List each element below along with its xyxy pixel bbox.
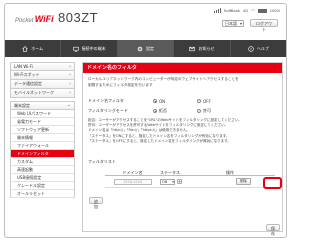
filter-mode-row: フィルタリングモード 拒否 許可	[88, 108, 211, 114]
sidebar: LAN Wi-Fi Wi-Fiスポット データ通信設定 モバイルネットワーク 端…	[10, 62, 75, 198]
table-row: 1234.1234 ON + 削除	[105, 176, 275, 188]
brand-wifi: WiFi	[34, 14, 54, 24]
mode-deny-label: 拒否	[159, 108, 167, 113]
col-action: 操作	[226, 170, 234, 175]
domain-filter-panel: ドメイン名のフィルタ ローカルエリアネットワーク内のコンピューターが特定のウェブ…	[82, 62, 283, 232]
sidebar-item-device-settings[interactable]: 端末設定	[10, 101, 75, 110]
main-nav: ホーム 接続中の端末 設定 お知らせ ? ヘルプ	[5, 40, 286, 57]
filter-label: ドメイン名フィルタ	[88, 98, 124, 103]
col-domain: ドメイン名	[122, 170, 143, 175]
mail-icon	[189, 46, 196, 51]
battery-level: 100%	[269, 8, 280, 13]
filter-list-label: フィルタリスト	[88, 159, 116, 164]
highlight-box	[263, 177, 282, 189]
sidebar-item-mobile-network[interactable]: モバイルネットワーク	[10, 89, 75, 98]
home-icon	[22, 45, 28, 52]
sidebar-sub-custom[interactable]: カスタム	[10, 158, 75, 166]
svg-text:?: ?	[250, 47, 252, 51]
sidebar-sub-device-info[interactable]: 端末情報	[10, 134, 75, 142]
delete-button[interactable]: 削除	[236, 178, 251, 185]
header: Pocket WiFi 803ZT SoftBank 4G ◠ 100% 日本語…	[5, 4, 286, 38]
filter-off-label: OFF	[203, 98, 211, 104]
devices-icon	[72, 46, 79, 52]
sidebar-sub-cradle[interactable]: クレードル設定	[10, 182, 75, 190]
sidebar-sub-firewall[interactable]: ファイアウォール	[10, 142, 75, 150]
device-model: 803ZT	[58, 10, 99, 25]
tab-help[interactable]: ? ヘルプ	[231, 40, 286, 57]
status-bar: SoftBank 4G ◠ 100%	[213, 8, 280, 13]
filter-on-radio[interactable]	[153, 99, 157, 103]
filter-off-radio[interactable]	[197, 99, 201, 103]
mode-allow-radio[interactable]	[197, 109, 201, 113]
mode-allow-label: 許可	[203, 108, 211, 113]
language-select[interactable]: 日本語	[222, 20, 244, 27]
add-row-button[interactable]: +	[177, 179, 182, 184]
description-line: 制限するためにフィルタ設定を行います	[88, 82, 153, 87]
sidebar-sub-usb[interactable]: USB接続設定	[10, 174, 75, 182]
tab-devices[interactable]: 接続中の端末	[61, 40, 118, 57]
network-type: 4G	[242, 8, 249, 13]
mode-label: フィルタリングモード	[88, 108, 128, 113]
battery-icon	[257, 8, 267, 13]
tab-label: お知らせ	[198, 45, 215, 51]
logout-button[interactable]: ログアウト	[250, 19, 278, 32]
panel-description: ローカルエリアネットワーク内のコンピューターが特定のウェブサイトへアクセスするこ…	[88, 77, 278, 88]
domain-field[interactable]: 1234.1234	[113, 178, 152, 185]
filter-toggle-row: ドメイン名フィルタ ON OFF	[88, 98, 211, 104]
sidebar-item-wifi-spot[interactable]: Wi-Fiスポット	[10, 71, 75, 80]
help-icon: ?	[248, 45, 254, 52]
tab-notices[interactable]: お知らせ	[174, 40, 231, 57]
sidebar-item-data-settings[interactable]: データ通信設定	[10, 80, 75, 89]
sidebar-sub-domain-filter[interactable]: ドメインフィルタ	[10, 150, 75, 158]
filter-on-label: ON	[159, 98, 166, 104]
col-status: ステータス	[160, 170, 180, 175]
wifi-icon: ◠	[251, 8, 255, 13]
save-button[interactable]: 保存	[266, 224, 280, 236]
sidebar-sub-software-update[interactable]: ソフトウェア更新	[10, 126, 75, 134]
add-button[interactable]: 追加	[89, 197, 103, 209]
sidebar-sub-reset[interactable]: オールリセット	[10, 190, 75, 198]
carrier-label: SoftBank	[223, 8, 240, 13]
status-select[interactable]: ON	[160, 178, 175, 185]
tab-label: ホーム	[31, 45, 44, 51]
signal-icon	[213, 8, 221, 13]
tab-home[interactable]: ホーム	[5, 40, 62, 57]
tab-label: 接続中の端末	[81, 45, 106, 51]
filter-list-table: ドメイン名 ステータス 操作 1234.1234 ON + 削除	[105, 170, 275, 188]
sidebar-sub-webui-password[interactable]: Web UIパスワード	[10, 110, 75, 118]
filter-notes: 拒否：ユーザーがアクセスすることを"URL"のWebサイトをフィルタリングに設定…	[88, 118, 278, 144]
note-line: 「ステータス」をOFFにすると、設定したドメイン名をフィルタリングが無効になりま…	[88, 138, 231, 143]
tab-label: 設定	[146, 45, 155, 51]
tab-label: ヘルプ	[256, 45, 269, 51]
page-title: ドメイン名のフィルタ	[83, 63, 282, 73]
mode-deny-radio[interactable]	[153, 109, 157, 113]
brand-logo: Pocket WiFi 803ZT	[15, 10, 98, 25]
brand-prefix: Pocket	[15, 18, 34, 24]
sidebar-item-lan-wifi[interactable]: LAN Wi-Fi	[10, 62, 75, 71]
tab-settings[interactable]: 設定	[117, 40, 175, 57]
sidebar-sub-fast-boot[interactable]: 高速起動	[10, 166, 75, 174]
browser-frame: Pocket WiFi 803ZT SoftBank 4G ◠ 100% 日本語…	[4, 3, 287, 238]
gear-icon	[137, 46, 143, 51]
sidebar-sub-power-saving[interactable]: 省電力モード	[10, 118, 75, 126]
